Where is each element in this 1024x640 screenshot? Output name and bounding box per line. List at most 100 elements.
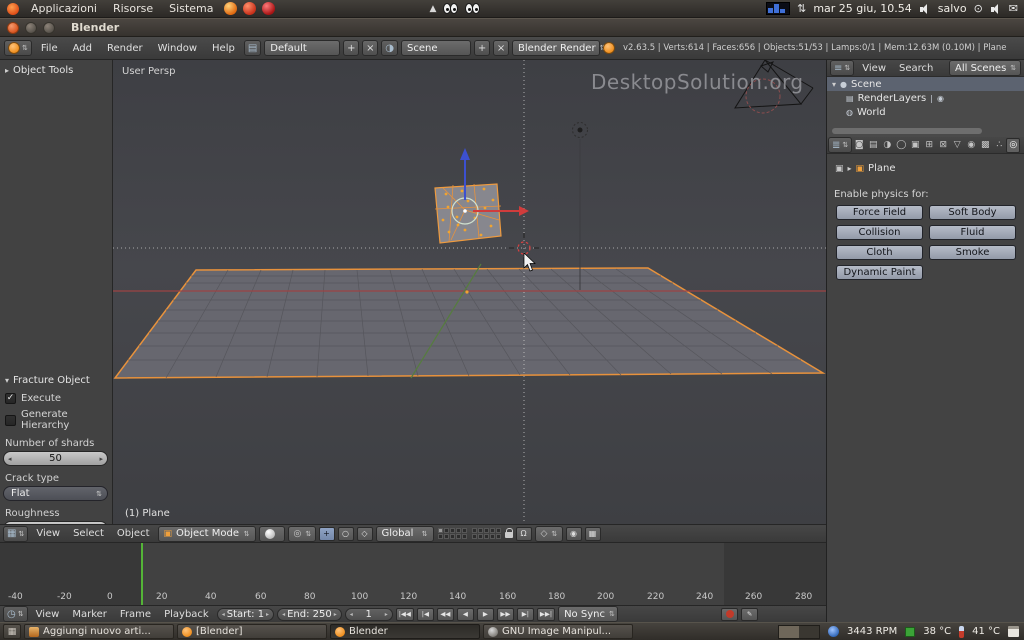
user-session-menu[interactable]: salvo (938, 2, 967, 15)
system-monitor-applet[interactable] (766, 2, 791, 15)
opengl-animation-button[interactable]: ▦ (584, 526, 601, 541)
volume-icon[interactable] (919, 3, 931, 15)
menu-select[interactable]: Select (68, 528, 109, 539)
editor-type-button[interactable]: ⇅ (4, 40, 32, 56)
world-tab-icon[interactable]: ◯ (894, 138, 908, 153)
decrement-arrow-icon[interactable]: ◂ (222, 609, 225, 620)
physics-tab-icon[interactable]: ◎ (1006, 137, 1021, 153)
menu-file[interactable]: File (35, 43, 64, 54)
menu-view[interactable]: View (31, 609, 65, 620)
force-field-button[interactable]: Force Field (836, 205, 923, 220)
lamp-object[interactable] (572, 122, 588, 291)
add-screen-button[interactable]: + (343, 40, 360, 56)
ubuntu-logo-icon[interactable] (7, 2, 19, 15)
add-scene-button[interactable]: + (474, 40, 491, 56)
editor-type-button[interactable]: ≣ ⇅ (828, 137, 853, 153)
menu-frame[interactable]: Frame (115, 609, 156, 620)
increment-arrow-icon[interactable]: ▸ (99, 452, 103, 465)
applications-menu[interactable]: Applicazioni (24, 0, 104, 18)
decrement-arrow-icon[interactable]: ◂ (350, 609, 353, 620)
increment-arrow-icon[interactable]: ▸ (385, 609, 388, 620)
sync-dropdown[interactable]: No Sync ⇅ (558, 606, 619, 622)
cloth-button[interactable]: Cloth (836, 245, 923, 260)
timeline-region[interactable]: -40 -20 0 20 40 60 80 100 120 140 160 18… (0, 542, 826, 605)
window-close-button[interactable] (7, 21, 19, 34)
fracture-panel-header[interactable]: ▾ Fracture Object (2, 373, 109, 388)
end-frame-field[interactable]: ◂ End: 250 ▸ (277, 607, 342, 621)
browser-launcher-icon[interactable] (243, 2, 257, 15)
next-keyframe-button[interactable]: ▶| (516, 607, 534, 621)
taskbar-window-button[interactable]: GNU Image Manipul... (483, 624, 633, 639)
object-tools-panel-header[interactable]: ▸ Object Tools (2, 63, 110, 78)
render-engine-dropdown[interactable]: Blender Render ⇅ (512, 40, 605, 56)
menu-render[interactable]: Render (101, 43, 149, 54)
modifiers-tab-icon[interactable]: ⊠ (936, 138, 950, 153)
lock-icon[interactable] (504, 528, 513, 538)
taskbar-window-button-active[interactable]: Blender (330, 624, 480, 639)
jump-to-end-button[interactable]: ▶▶| (536, 607, 556, 621)
decrement-arrow-icon[interactable]: ◂ (282, 609, 285, 620)
window-maximize-button[interactable] (43, 21, 55, 34)
mail-icon[interactable]: ✉ (1009, 2, 1018, 15)
scale-manipulator-button[interactable]: ◇ (356, 526, 373, 541)
menu-add[interactable]: Add (67, 43, 98, 54)
transform-orientation-dropdown[interactable]: Global ⇅ (375, 525, 434, 542)
delete-screen-button[interactable]: × (362, 40, 379, 56)
frame-forward-button[interactable]: ▶▶ (496, 607, 514, 621)
current-frame-field[interactable]: ◂ 1 ▸ (344, 607, 393, 621)
snap-element-dropdown[interactable]: ◇ ⇅ (534, 525, 563, 542)
window-minimize-button[interactable] (25, 21, 37, 34)
show-desktop-button[interactable]: ▦ (3, 624, 21, 639)
render-layers-tab-icon[interactable]: ▤ (866, 138, 880, 153)
editor-type-button[interactable]: ◷ ⇅ (3, 606, 28, 622)
taskbar-window-button[interactable]: [Blender] (177, 624, 327, 639)
calendar-icon[interactable] (1008, 626, 1019, 637)
scene-tab-icon[interactable]: ◑ (880, 138, 894, 153)
translate-manipulator-button[interactable]: + (318, 526, 335, 541)
layers-widget[interactable] (471, 528, 501, 539)
render-tab-icon[interactable]: ◙ (852, 138, 866, 153)
menu-help[interactable]: Help (206, 43, 241, 54)
start-frame-field[interactable]: ◂ Start: 1 ▸ (216, 607, 275, 621)
frame-back-button[interactable]: ◀ (456, 607, 474, 621)
menu-playback[interactable]: Playback (159, 609, 214, 620)
menu-marker[interactable]: Marker (67, 609, 112, 620)
current-frame-indicator[interactable] (141, 543, 143, 605)
screen-layout-dropdown[interactable]: Default (264, 40, 341, 56)
smoke-button[interactable]: Smoke (929, 245, 1016, 260)
texture-tab-icon[interactable]: ▩ (978, 138, 992, 153)
collapse-triangle-icon[interactable]: ▾ (832, 80, 836, 89)
screen-layout-browse-button[interactable]: ▤ (243, 40, 262, 56)
display-filter-dropdown[interactable]: All Scenes ⇅ (949, 60, 1021, 76)
object-data-tab-icon[interactable]: ▽ (950, 138, 964, 153)
material-tab-icon[interactable]: ◉ (964, 138, 978, 153)
pivot-dropdown[interactable]: ◎ ⇅ (287, 525, 316, 542)
jump-to-start-button[interactable]: |◀◀ (395, 607, 414, 621)
power-icon[interactable]: ⊙ (974, 2, 983, 15)
delete-scene-button[interactable]: × (493, 40, 510, 56)
snap-magnet-button[interactable]: Ω (515, 526, 532, 541)
scene-browse-button[interactable]: ◑ (381, 40, 399, 56)
clock-applet[interactable]: mar 25 giu, 10.54 (813, 2, 911, 15)
particles-tab-icon[interactable]: ∴ (992, 138, 1006, 153)
crack-type-dropdown[interactable]: Flat ⇅ (3, 486, 108, 501)
firefox-launcher-icon[interactable] (224, 2, 238, 15)
mode-dropdown[interactable]: ▣ Object Mode ⇅ (157, 525, 256, 542)
outliner-scrollbar[interactable] (832, 128, 982, 134)
workspace-switcher[interactable] (777, 624, 820, 639)
viewport-shading-dropdown[interactable] (258, 525, 285, 542)
editor-type-button[interactable]: ≡ ⇅ (830, 60, 855, 76)
rotate-manipulator-button[interactable]: ○ (337, 526, 354, 541)
previous-keyframe-button[interactable]: |◀ (416, 607, 434, 621)
layers-widget[interactable] (437, 528, 467, 539)
menu-object[interactable]: Object (112, 528, 155, 539)
system-menu[interactable]: Sistema (162, 0, 220, 18)
places-menu[interactable]: Risorse (106, 0, 160, 18)
menu-search[interactable]: Search (894, 63, 938, 74)
outliner-item-world[interactable]: ◍ World (841, 105, 1024, 119)
constraints-tab-icon[interactable]: ⊞ (922, 138, 936, 153)
menu-window[interactable]: Window (152, 43, 203, 54)
fractured-cube-object[interactable] (434, 148, 529, 244)
outliner-item-scene[interactable]: ▾ ● Scene (827, 77, 1024, 91)
eject-applet-icon[interactable]: ▲ (429, 4, 436, 14)
